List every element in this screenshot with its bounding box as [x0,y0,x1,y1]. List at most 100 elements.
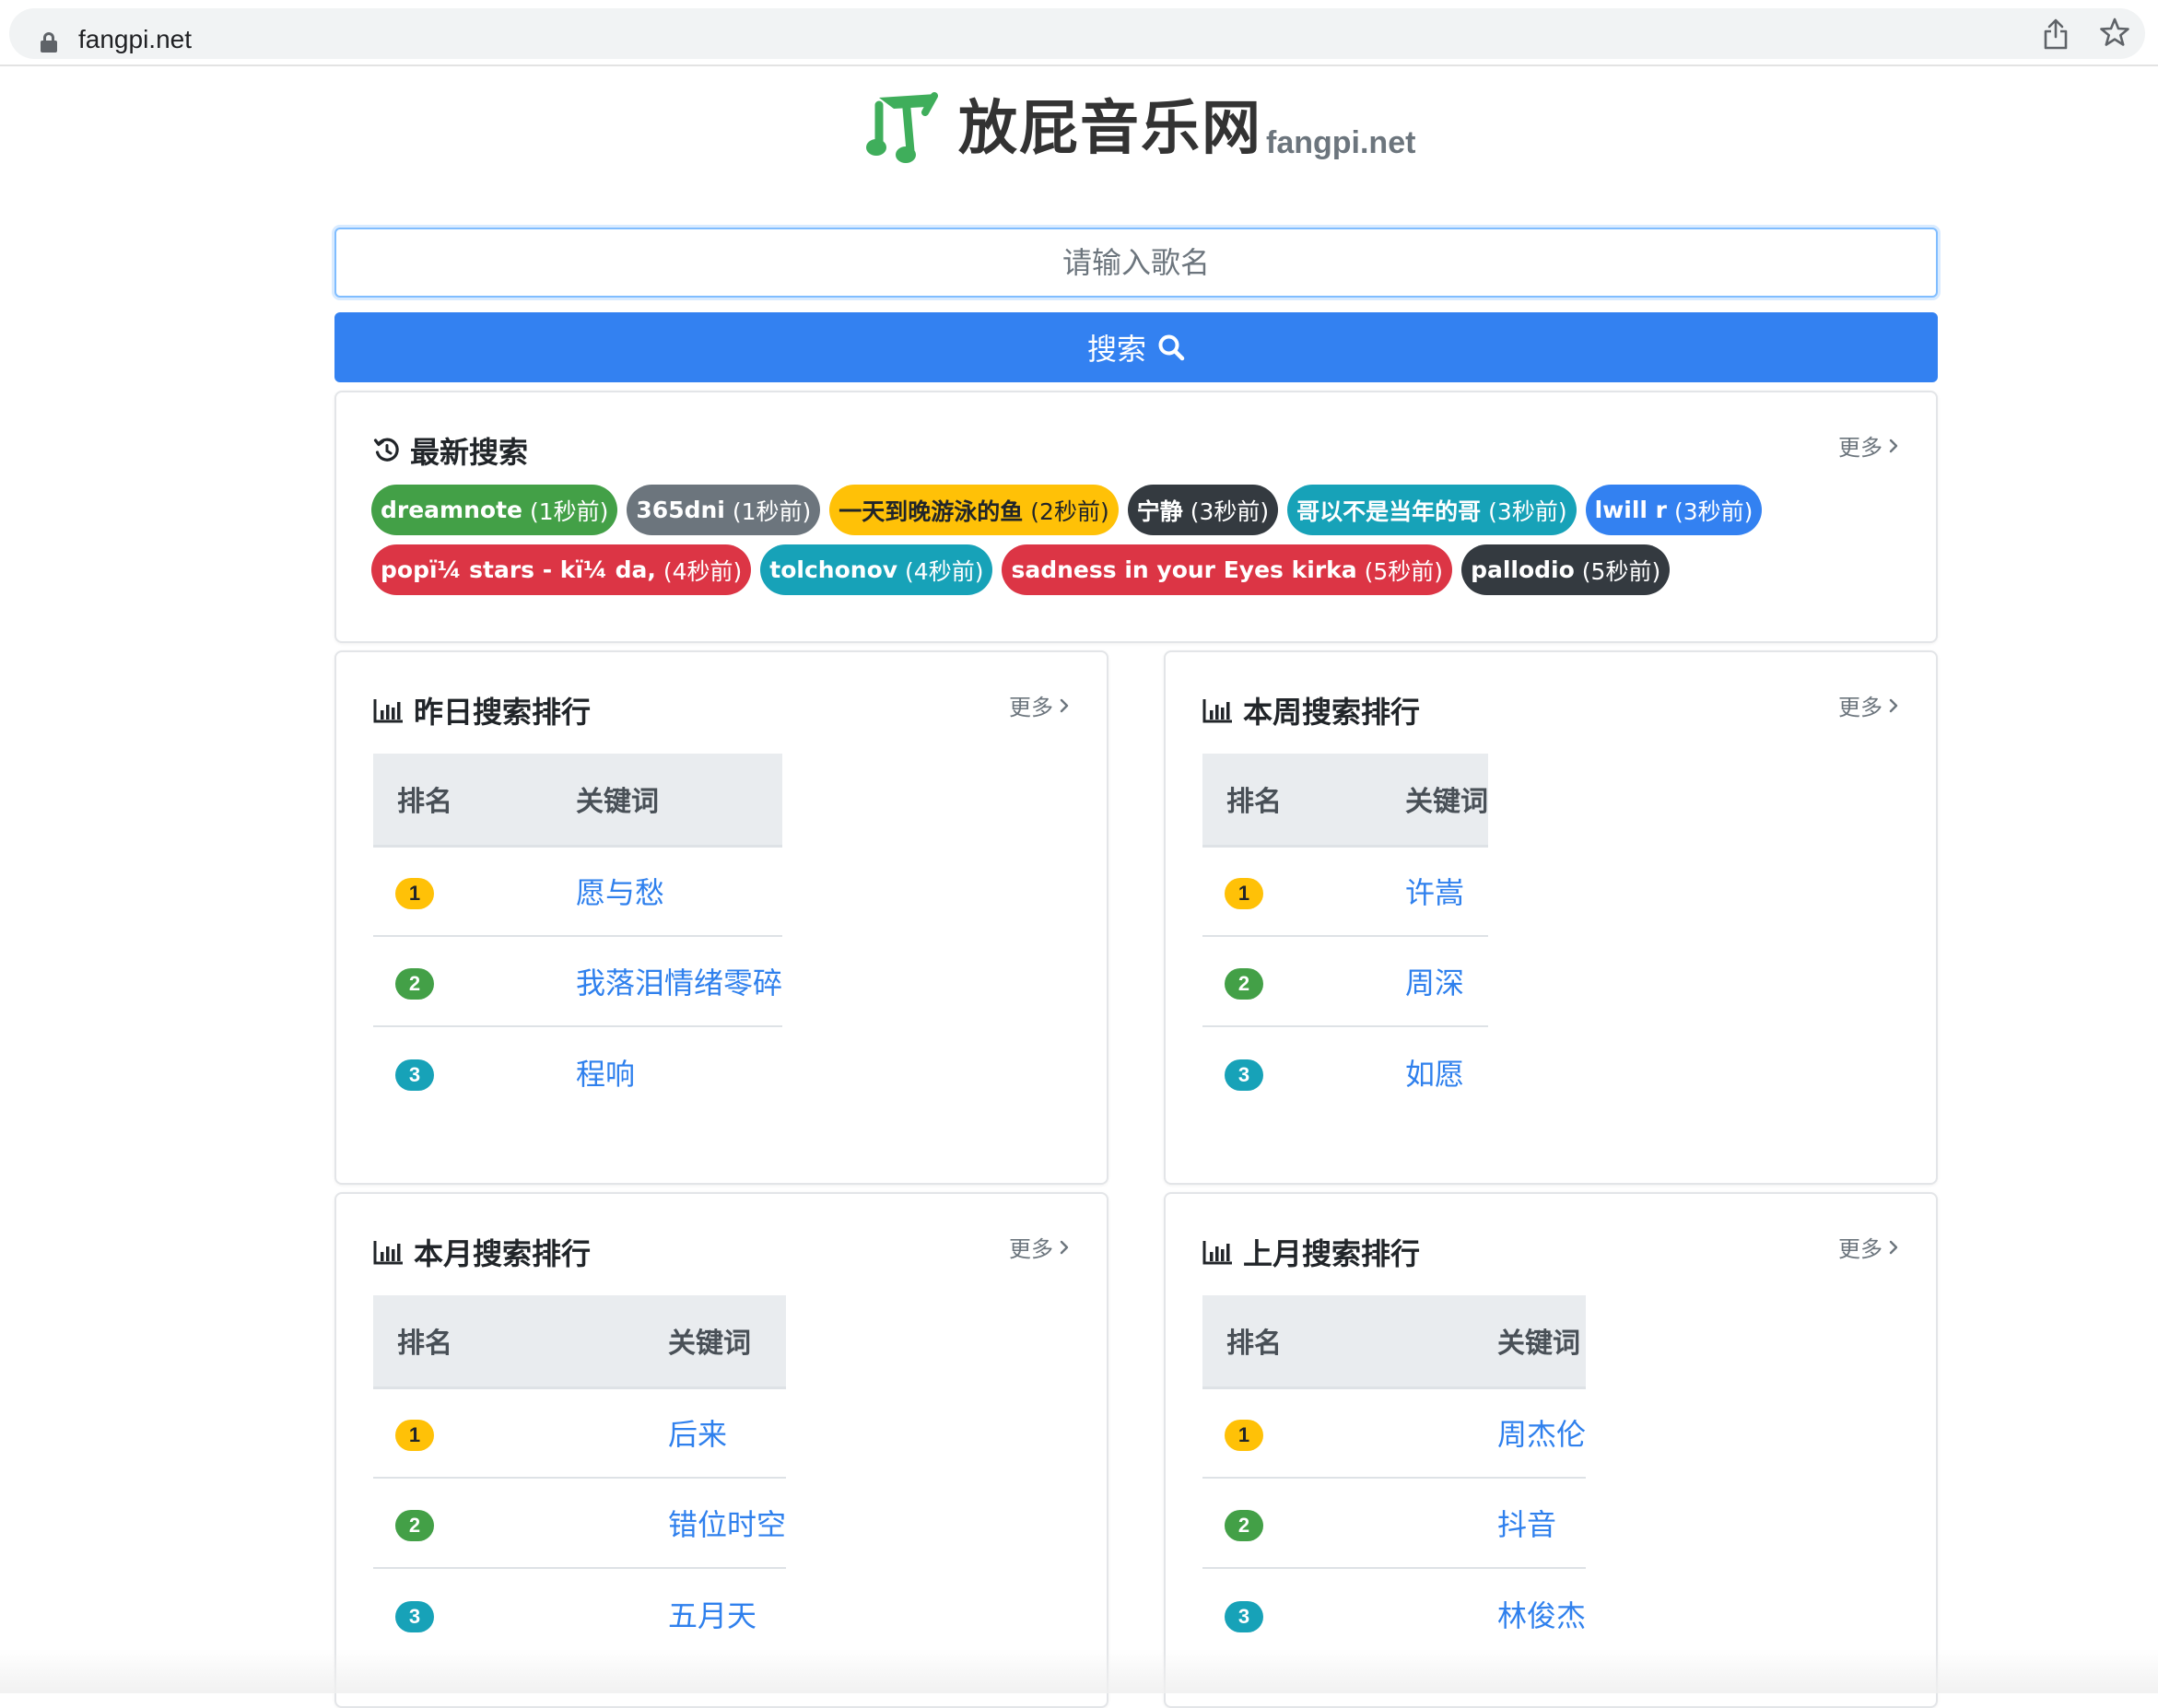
recent-more-link[interactable]: 更多 [1838,429,1899,462]
share-icon[interactable] [2042,18,2070,50]
bar-chart-icon [1202,1241,1232,1265]
chevron-right-icon [1889,439,1898,452]
rank-column-header: 排名 [373,1295,668,1389]
table-row: 2 抖音 [1202,1478,1587,1569]
table-header-row: 排名 关键词 [373,754,783,848]
recent-tags-list: dreamnote (1秒前) 365dni (1秒前) 一天到晚游泳的鱼 (2秒前)… [371,485,1908,595]
ranking-more-link[interactable]: 更多 [1838,689,1899,721]
ranking-keyword-link[interactable]: 如愿 [1405,1057,1464,1092]
ranking-keyword-link[interactable]: 周杰伦 [1497,1417,1586,1452]
recent-tag[interactable]: 365dni (1秒前) [627,485,821,535]
recent-searches-heading: 最新搜索 [373,429,528,472]
lock-icon [41,32,57,53]
ranking-keyword-link[interactable]: 我落泪情绪零碎 [576,965,782,1000]
keyword-column-header: 关键词 [1405,754,1488,848]
ranking-table: 排名 关键词 1 周杰伦 2 抖音 3 林俊杰 [1202,1295,1587,1658]
keyword-column-header: 关键词 [576,754,783,848]
more-label: 更多 [1009,1236,1053,1262]
rank-badge: 2 [1225,968,1263,1000]
rank-badge: 2 [395,968,434,1000]
chevron-right-icon [1889,1240,1898,1254]
rank-badge: 1 [1225,1420,1263,1452]
table-row: 1 周杰伦 [1202,1387,1587,1479]
rank-badge: 3 [1225,1059,1263,1091]
ranking-card-last-month: 上月搜索排行 更多 排名 关键词 1 周杰伦 2 抖音 3 林俊杰 [1164,1192,1938,1708]
table-row: 1 许嵩 [1202,846,1488,937]
bar-chart-icon [373,699,403,723]
table-header-row: 排名 关键词 [1202,754,1488,848]
recent-tag[interactable]: pallodio (5秒前) [1461,544,1671,595]
recent-tag[interactable]: 宁静 (3秒前) [1127,485,1279,535]
ranking-keyword-link[interactable]: 林俊杰 [1497,1598,1586,1633]
search-button-label: 搜索 [1086,332,1146,367]
ranking-title: 本月搜索排行 [414,1236,592,1271]
recent-tag[interactable]: dreamnote (1秒前) [371,485,618,535]
ranking-keyword-link[interactable]: 周深 [1405,965,1464,1000]
recent-tag[interactable]: lwill r (3秒前) [1585,485,1763,535]
page-bottom-fade [0,1649,2158,1693]
ranking-more-link[interactable]: 更多 [1838,1231,1899,1263]
more-label: 更多 [1838,1236,1882,1262]
table-row: 3 林俊杰 [1202,1568,1586,1658]
ranking-more-link[interactable]: 更多 [1009,1231,1070,1263]
browser-toolbar: fangpi.net [0,0,2158,66]
more-label: 更多 [1838,435,1882,461]
rank-badge: 3 [1225,1600,1263,1632]
recent-tag[interactable]: 哥以不是当年的哥 (3秒前) [1287,485,1577,535]
ranking-more-link[interactable]: 更多 [1009,689,1070,721]
site-subtitle: fangpi.net [1266,125,1416,160]
ranking-heading: 昨日搜索排行 [373,689,591,731]
table-row: 2 周深 [1202,936,1488,1027]
chevron-right-icon [1060,1240,1069,1254]
ranking-card-this-month: 本月搜索排行 更多排名 关键词 1 后来 2 错位时空 3 五月天 [334,1192,1108,1708]
ranking-table: 排名 关键词 1 许嵩 2 周深 3 如愿 [1202,754,1488,1117]
ranking-table: 排名 关键词 1 后来 2 错位时空 3 五月天 [373,1295,787,1658]
site-title[interactable]: 放屁音乐网 [958,94,1262,164]
more-label: 更多 [1838,695,1882,720]
search-button[interactable]: 搜索 [334,312,1938,382]
ranking-keyword-link[interactable]: 五月天 [668,1598,756,1633]
recent-tag[interactable]: 一天到晚游泳的鱼 (2秒前) [829,485,1119,535]
keyword-column-header: 关键词 [668,1295,787,1389]
rank-badge: 3 [395,1600,434,1632]
table-row: 2 错位时空 [373,1478,787,1569]
table-row: 3 如愿 [1202,1026,1488,1117]
ranking-table: 排名 关键词 1 愿与愁 2 我落泪情绪零碎 3 程响 [373,754,783,1117]
table-row: 3 五月天 [373,1568,786,1658]
ranking-title: 上月搜索排行 [1243,1236,1421,1271]
recent-tag[interactable]: tolchonov (4秒前) [760,544,993,595]
rank-badge: 3 [395,1059,434,1091]
recent-searches-card: 最新搜索 更多 dreamnote (1秒前) 365dni (1秒前) 一天到晚游… [334,391,1938,643]
ranking-keyword-link[interactable]: 愿与愁 [576,875,664,910]
chevron-right-icon [1889,698,1898,712]
rank-badge: 2 [395,1510,434,1541]
table-row: 1 愿与愁 [373,846,783,937]
bar-chart-icon [1202,699,1232,723]
music-note-logo-icon[interactable] [866,88,938,166]
rank-column-header: 排名 [1202,754,1405,848]
recent-tag[interactable]: popï¼ stars - kï¼ da, (4秒前) [371,544,752,595]
address-bar[interactable]: fangpi.net [9,8,2145,59]
more-label: 更多 [1009,695,1053,720]
ranking-keyword-link[interactable]: 程响 [576,1057,635,1092]
rank-column-header: 排名 [373,754,576,848]
search-icon [1158,334,1185,361]
song-search-input[interactable] [334,228,1938,298]
site-header: 放屁音乐网 fangpi.net [866,88,1437,171]
ranking-keyword-link[interactable]: 抖音 [1497,1507,1556,1542]
url-text[interactable]: fangpi.net [78,25,192,54]
rank-badge: 2 [1225,1510,1263,1541]
rank-badge: 1 [1225,878,1263,910]
recent-tag[interactable]: sadness in your Eyes kirka (5秒前) [1002,544,1453,595]
rank-badge: 1 [395,1420,434,1452]
ranking-keyword-link[interactable]: 错位时空 [668,1507,786,1542]
ranking-keyword-link[interactable]: 后来 [668,1417,727,1452]
ranking-keyword-link[interactable]: 许嵩 [1405,875,1464,910]
star-icon[interactable] [2099,17,2130,48]
table-header-row: 排名 关键词 [373,1295,787,1389]
keyword-column-header: 关键词 [1497,1295,1587,1389]
ranking-heading: 上月搜索排行 [1202,1231,1420,1273]
recent-searches-title: 最新搜索 [410,435,529,470]
table-row: 1 后来 [373,1387,787,1479]
ranking-title: 本周搜索排行 [1243,695,1421,730]
